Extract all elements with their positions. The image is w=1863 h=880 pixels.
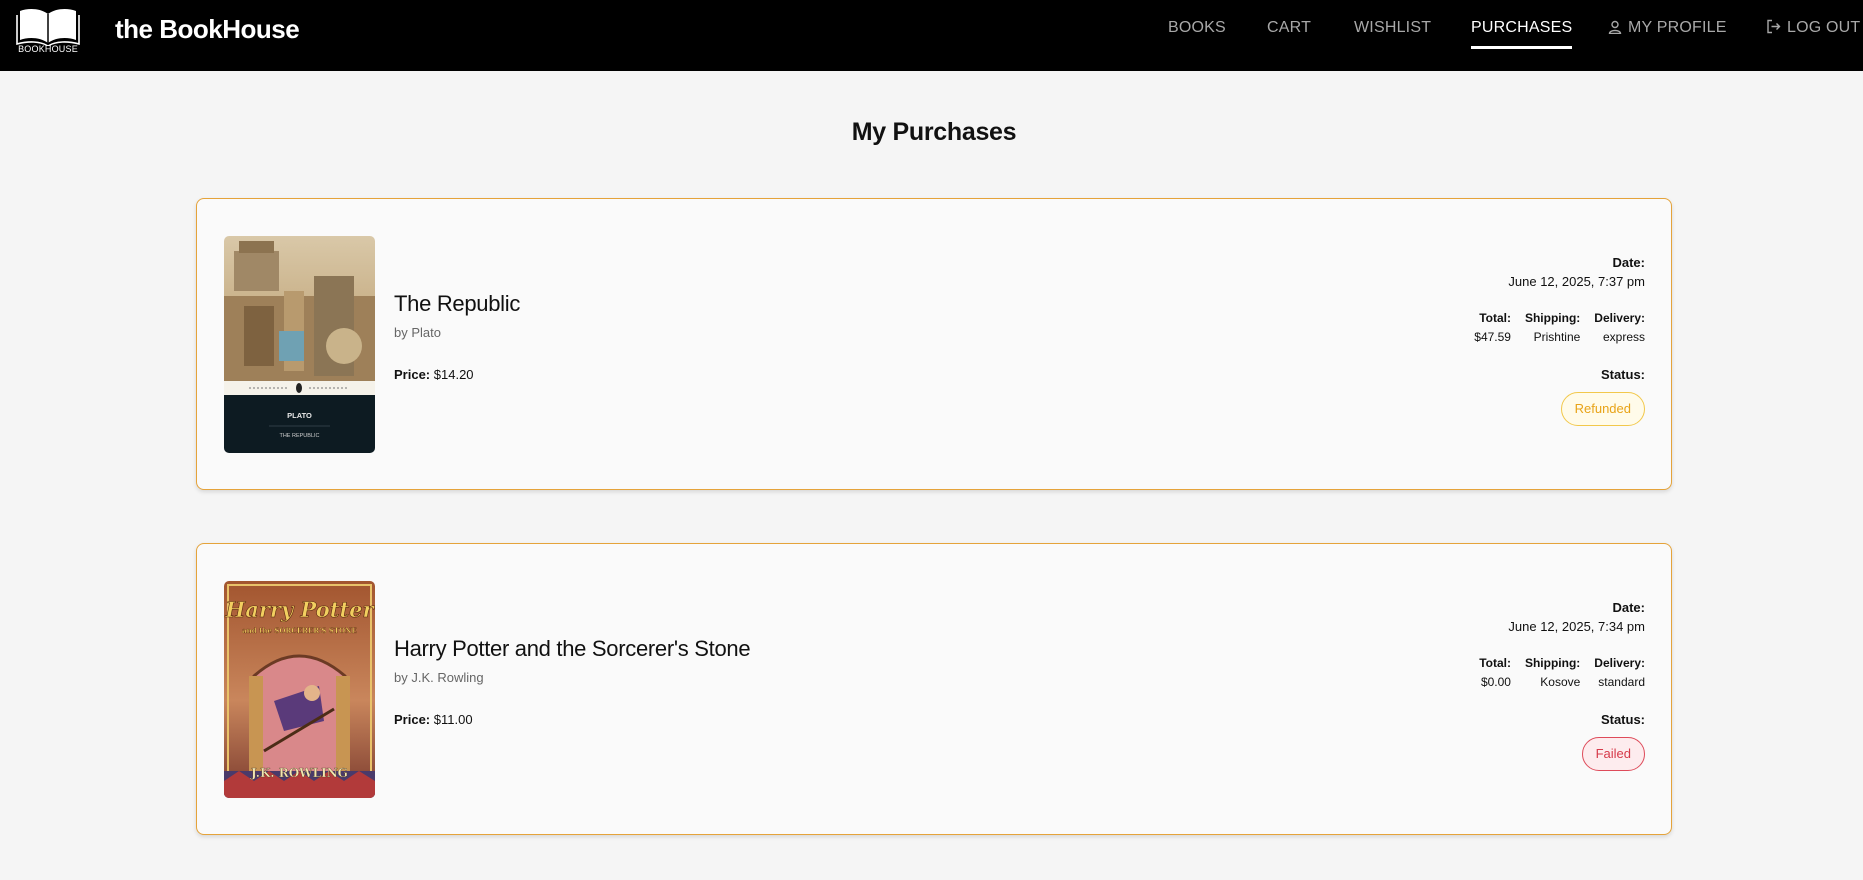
- cover-title-text: THE REPUBLIC: [279, 433, 319, 439]
- nav-purchases-label: PURCHASES: [1471, 19, 1573, 36]
- cover-title-text: Harry Potter: [224, 597, 375, 622]
- purchase-card: PLATO THE REPUBLIC The Republic by Plato…: [196, 198, 1672, 490]
- shipping-label: Shipping:: [1524, 311, 1581, 325]
- status-badge: Failed: [1581, 737, 1645, 771]
- purchase-card: Harry Potter and the SORCERER'S STONE J.…: [196, 543, 1672, 835]
- delivery-label: Delivery:: [1594, 311, 1645, 325]
- book-author: by Plato: [394, 325, 441, 340]
- status-label: Status:: [1600, 367, 1645, 382]
- top-navbar: BOOKHOUSE the BookHouse BOOKS CART WISHL…: [0, 0, 1863, 71]
- nav-my-profile[interactable]: MY PROFILE: [1608, 19, 1727, 37]
- cover-author-text: J.K. ROWLING: [250, 766, 348, 780]
- price-label: Price:: [394, 712, 431, 727]
- cover-author-text: PLATO: [287, 411, 312, 420]
- shipping-column: Shipping: Prishtine: [1525, 311, 1580, 344]
- brand-name[interactable]: the BookHouse: [115, 14, 300, 45]
- book-price: Price: $11.00: [394, 712, 473, 727]
- delivery-value: standard: [1598, 675, 1645, 689]
- price-value: $14.20: [433, 367, 474, 382]
- book-author: by J.K. Rowling: [394, 670, 484, 685]
- status-badge: Refunded: [1560, 392, 1645, 426]
- nav-log-out[interactable]: LOG OUT: [1766, 19, 1860, 37]
- user-icon: [1608, 20, 1622, 34]
- delivery-column: Delivery: standard: [1594, 656, 1645, 689]
- date-label: Date:: [1612, 600, 1645, 615]
- price-label: Price:: [394, 367, 431, 382]
- logout-icon: [1767, 19, 1781, 34]
- active-nav-underline: [1471, 46, 1573, 49]
- logo-text: BOOKHOUSE: [18, 44, 78, 54]
- open-book-icon: [16, 9, 80, 46]
- order-details: Total: $47.59 Shipping: Prishtine Delive…: [1474, 311, 1645, 344]
- order-details: Total: $0.00 Shipping: Kosove Delivery: …: [1479, 656, 1645, 689]
- delivery-column: Delivery: express: [1594, 311, 1645, 344]
- shipping-column: Shipping: Kosove: [1525, 656, 1580, 689]
- total-value: $47.59: [1474, 330, 1511, 344]
- total-label: Total:: [1479, 656, 1511, 670]
- date-label: Date:: [1612, 255, 1645, 270]
- nav-books[interactable]: BOOKS: [1168, 19, 1226, 37]
- nav-wishlist[interactable]: WISHLIST: [1354, 19, 1431, 37]
- purchase-date: June 12, 2025, 7:37 pm: [1508, 274, 1645, 289]
- price-value: $11.00: [433, 712, 473, 727]
- book-title[interactable]: The Republic: [394, 291, 520, 317]
- total-column: Total: $47.59: [1474, 311, 1511, 344]
- delivery-label: Delivery:: [1594, 656, 1645, 670]
- total-value: $0.00: [1480, 675, 1511, 689]
- shipping-label: Shipping:: [1524, 656, 1581, 670]
- shipping-value: Kosove: [1540, 675, 1581, 689]
- book-cover-image[interactable]: Harry Potter and the SORCERER'S STONE J.…: [224, 581, 375, 798]
- cover-subtitle-text: and the SORCERER'S STONE: [242, 626, 357, 635]
- status-label: Status:: [1600, 712, 1645, 727]
- bookhouse-logo[interactable]: BOOKHOUSE: [16, 6, 80, 56]
- book-price: Price: $14.20: [394, 367, 474, 382]
- nav-my-profile-label: MY PROFILE: [1628, 19, 1727, 36]
- book-title[interactable]: Harry Potter and the Sorcerer's Stone: [394, 636, 751, 662]
- purchase-date: June 12, 2025, 7:34 pm: [1508, 619, 1645, 634]
- nav-log-out-label: LOG OUT: [1787, 19, 1861, 36]
- nav-cart[interactable]: CART: [1267, 19, 1311, 37]
- total-label: Total:: [1479, 311, 1511, 325]
- delivery-value: express: [1602, 330, 1645, 344]
- total-column: Total: $0.00: [1479, 656, 1511, 689]
- book-cover-image[interactable]: PLATO THE REPUBLIC: [224, 236, 375, 453]
- nav-purchases[interactable]: PURCHASES: [1471, 19, 1573, 49]
- page-title: My Purchases: [851, 118, 1017, 146]
- shipping-value: Prishtine: [1533, 330, 1581, 344]
